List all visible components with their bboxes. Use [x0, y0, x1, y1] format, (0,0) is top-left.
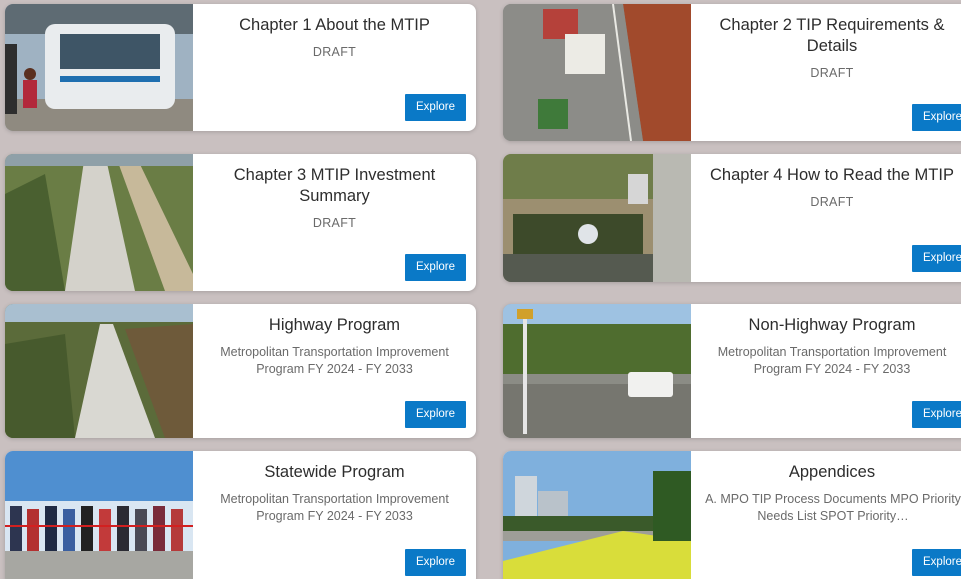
card-non-highway-program[interactable]: Non-Highway Program Metropolitan Transpo… — [503, 304, 961, 438]
explore-button[interactable]: Explore — [912, 401, 961, 428]
card-chapter-4[interactable]: Chapter 4 How to Read the MTIP DRAFT Exp… — [503, 154, 961, 282]
card-title: Appendices — [788, 463, 876, 481]
highway-aerial-photo — [5, 154, 193, 291]
card-title: Highway Program — [268, 316, 401, 334]
card-title: Chapter 1 About the MTIP — [239, 16, 430, 34]
card-subtitle: DRAFT — [810, 195, 854, 209]
card-chapter-3[interactable]: Chapter 3 MTIP Investment Summary DRAFT … — [5, 154, 476, 291]
explore-button[interactable]: Explore — [912, 549, 961, 576]
card-chapter-1[interactable]: Chapter 1 About the MTIP DRAFT Explore — [5, 4, 476, 131]
card-title: Chapter 4 How to Read the MTIP — [710, 166, 954, 184]
explore-button[interactable]: Explore — [405, 254, 466, 281]
highway-forest-photo — [5, 304, 193, 438]
ribbon-cutting-photo — [5, 451, 193, 579]
card-subtitle: DRAFT — [312, 45, 357, 59]
card-title: Chapter 3 MTIP Investment Summary — [233, 166, 436, 205]
card-subtitle: DRAFT — [312, 216, 357, 230]
card-title: Non-Highway Program — [748, 316, 916, 334]
card-title: Statewide Program — [264, 463, 405, 481]
bus-photo — [5, 4, 193, 131]
card-subtitle: A. MPO TIP Process Documents MPO Priorit… — [705, 492, 961, 523]
card-chapter-2[interactable]: Chapter 2 TIP Requirements & Details DRA… — [503, 4, 961, 141]
card-title: Chapter 2 TIP Requirements & Details — [719, 16, 945, 55]
card-subtitle: DRAFT — [810, 66, 854, 80]
card-highway-program[interactable]: Highway Program Metropolitan Transportat… — [5, 304, 476, 438]
explore-button[interactable]: Explore — [912, 245, 961, 272]
card-subtitle: Metropolitan Transportation Improvement … — [220, 492, 449, 523]
office-building-photo — [503, 451, 691, 579]
explore-button[interactable]: Explore — [912, 104, 961, 131]
card-statewide-program[interactable]: Statewide Program Metropolitan Transport… — [5, 451, 476, 579]
card-appendices[interactable]: Appendices A. MPO TIP Process Documents … — [503, 451, 961, 579]
explore-button[interactable]: Explore — [405, 94, 466, 121]
street-cafe-photo — [503, 154, 691, 282]
card-subtitle: Metropolitan Transportation Improvement … — [717, 345, 947, 376]
intersection-photo — [503, 304, 691, 438]
trucks-road-photo — [503, 4, 691, 141]
explore-button[interactable]: Explore — [405, 549, 466, 576]
card-subtitle: Metropolitan Transportation Improvement … — [220, 345, 449, 376]
explore-button[interactable]: Explore — [405, 401, 466, 428]
